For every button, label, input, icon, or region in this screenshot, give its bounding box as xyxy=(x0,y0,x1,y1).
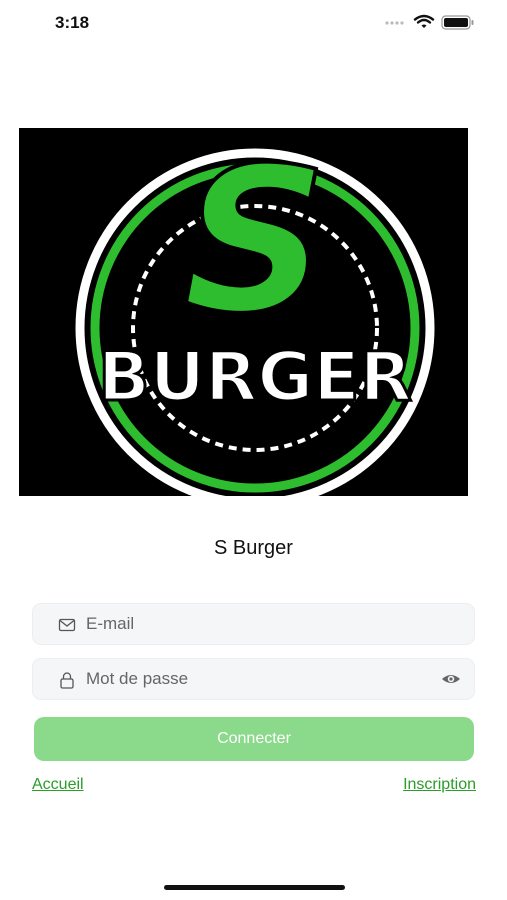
app-title: S Burger xyxy=(214,537,293,559)
signal-icon xyxy=(385,21,404,25)
logo-wordmark: BURGER xyxy=(98,338,412,417)
status-icons xyxy=(385,14,474,30)
s-burger-logo: S BURGER xyxy=(19,123,468,508)
logo-letter: S xyxy=(183,128,327,358)
lock-icon xyxy=(60,672,74,689)
mail-icon xyxy=(58,618,76,632)
status-bar: 3:18 xyxy=(0,0,507,46)
home-link[interactable]: Accueil xyxy=(32,776,84,794)
signup-link[interactable]: Inscription xyxy=(403,776,476,794)
home-indicator[interactable] xyxy=(164,885,345,890)
connect-button[interactable]: Connecter xyxy=(34,717,474,761)
email-field[interactable] xyxy=(32,603,475,645)
logo-image: S BURGER xyxy=(19,123,468,508)
email-input[interactable] xyxy=(86,604,416,644)
wifi-icon xyxy=(413,14,435,28)
status-time: 3:18 xyxy=(55,13,90,32)
password-input[interactable] xyxy=(86,659,416,699)
battery-icon xyxy=(441,15,474,30)
eye-icon[interactable] xyxy=(441,671,461,687)
password-field[interactable] xyxy=(32,658,475,700)
